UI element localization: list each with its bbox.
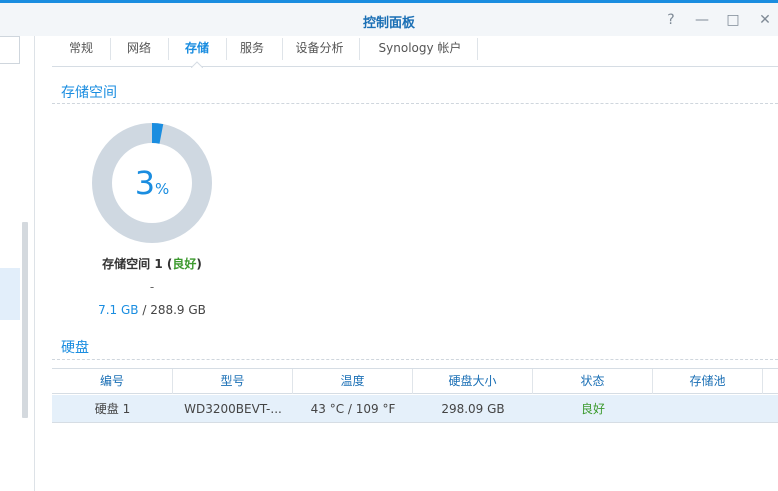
storage-section-title: 存储空间 xyxy=(61,85,117,101)
column-header-model[interactable]: 型号 xyxy=(173,369,293,394)
minimize-icon[interactable]: — xyxy=(694,12,710,28)
column-header-temperature[interactable]: 温度 xyxy=(293,369,413,394)
table-row[interactable]: 硬盘 1 WD3200BEVT-... 43 °C / 109 °F 298.0… xyxy=(52,395,778,423)
storage-usage-percent: 3% xyxy=(92,123,212,243)
disk-section-divider xyxy=(52,359,778,360)
cell-disk-id: 硬盘 1 xyxy=(94,402,131,416)
tab-separator xyxy=(168,38,169,60)
column-header-pool[interactable]: 存储池 xyxy=(653,369,763,394)
column-header-id[interactable]: 编号 xyxy=(52,369,173,394)
percent-value: 3 xyxy=(134,164,156,202)
storage-section-divider xyxy=(52,103,778,104)
tab-network[interactable]: 网络 xyxy=(115,36,163,66)
tab-bar: 常规 网络 存储 服务 设备分析 Synology 帐户 xyxy=(52,36,778,68)
left-search-input[interactable] xyxy=(0,36,20,64)
left-navigation-pane xyxy=(0,36,35,491)
disk-section-title: 硬盘 xyxy=(61,340,89,356)
tab-general[interactable]: 常规 xyxy=(57,36,105,66)
help-icon[interactable]: ? xyxy=(663,12,679,28)
volume-usage-separator: / xyxy=(138,303,151,317)
cell-disk-model: WD3200BEVT-... xyxy=(184,402,282,416)
left-scrollbar[interactable] xyxy=(22,222,28,418)
column-header-size[interactable]: 硬盘大小 xyxy=(413,369,533,394)
active-tab-indicator-icon xyxy=(191,61,203,68)
cell-disk-size: 298.09 GB xyxy=(441,402,505,416)
cell-disk-status: 良好 xyxy=(580,402,605,416)
tab-separator xyxy=(477,38,478,60)
volume-status: 良好 xyxy=(172,257,197,271)
volume-name-label[interactable]: 存储空间 1 (良好) xyxy=(52,255,252,272)
tab-separator xyxy=(359,38,360,60)
volume-status-close: ) xyxy=(196,257,202,271)
window-titlebar[interactable]: 控制面板 ? — □ ✕ xyxy=(0,3,778,36)
tab-separator xyxy=(226,38,227,60)
tab-device-analysis[interactable]: 设备分析 xyxy=(287,36,352,66)
cell-disk-pool xyxy=(653,395,763,423)
column-header-status[interactable]: 状态 xyxy=(533,369,653,394)
volume-total: 288.9 GB xyxy=(150,303,206,317)
maximize-icon[interactable]: □ xyxy=(725,12,741,28)
tab-synology-account[interactable]: Synology 帐户 xyxy=(365,36,475,66)
window-title: 控制面板 xyxy=(362,16,415,31)
volume-name: 存储空间 1 xyxy=(102,257,163,271)
tab-separator xyxy=(282,38,283,60)
volume-dash: - xyxy=(149,280,155,294)
percent-sign: % xyxy=(155,180,170,198)
tab-services[interactable]: 服务 xyxy=(228,36,276,66)
disk-table-header: 编号 型号 温度 硬盘大小 状态 存储池 xyxy=(52,368,778,394)
close-icon[interactable]: ✕ xyxy=(757,12,773,28)
cell-disk-temperature: 43 °C / 109 °F xyxy=(310,402,396,416)
tab-separator xyxy=(110,38,111,60)
left-selected-item[interactable] xyxy=(0,268,20,320)
volume-used: 7.1 GB xyxy=(98,303,139,317)
main-content: 常规 网络 存储 服务 设备分析 Synology 帐户 存储空间 3% 存储空… xyxy=(52,36,778,491)
volume-usage: 7.1 GB / 288.9 GB xyxy=(52,303,252,317)
